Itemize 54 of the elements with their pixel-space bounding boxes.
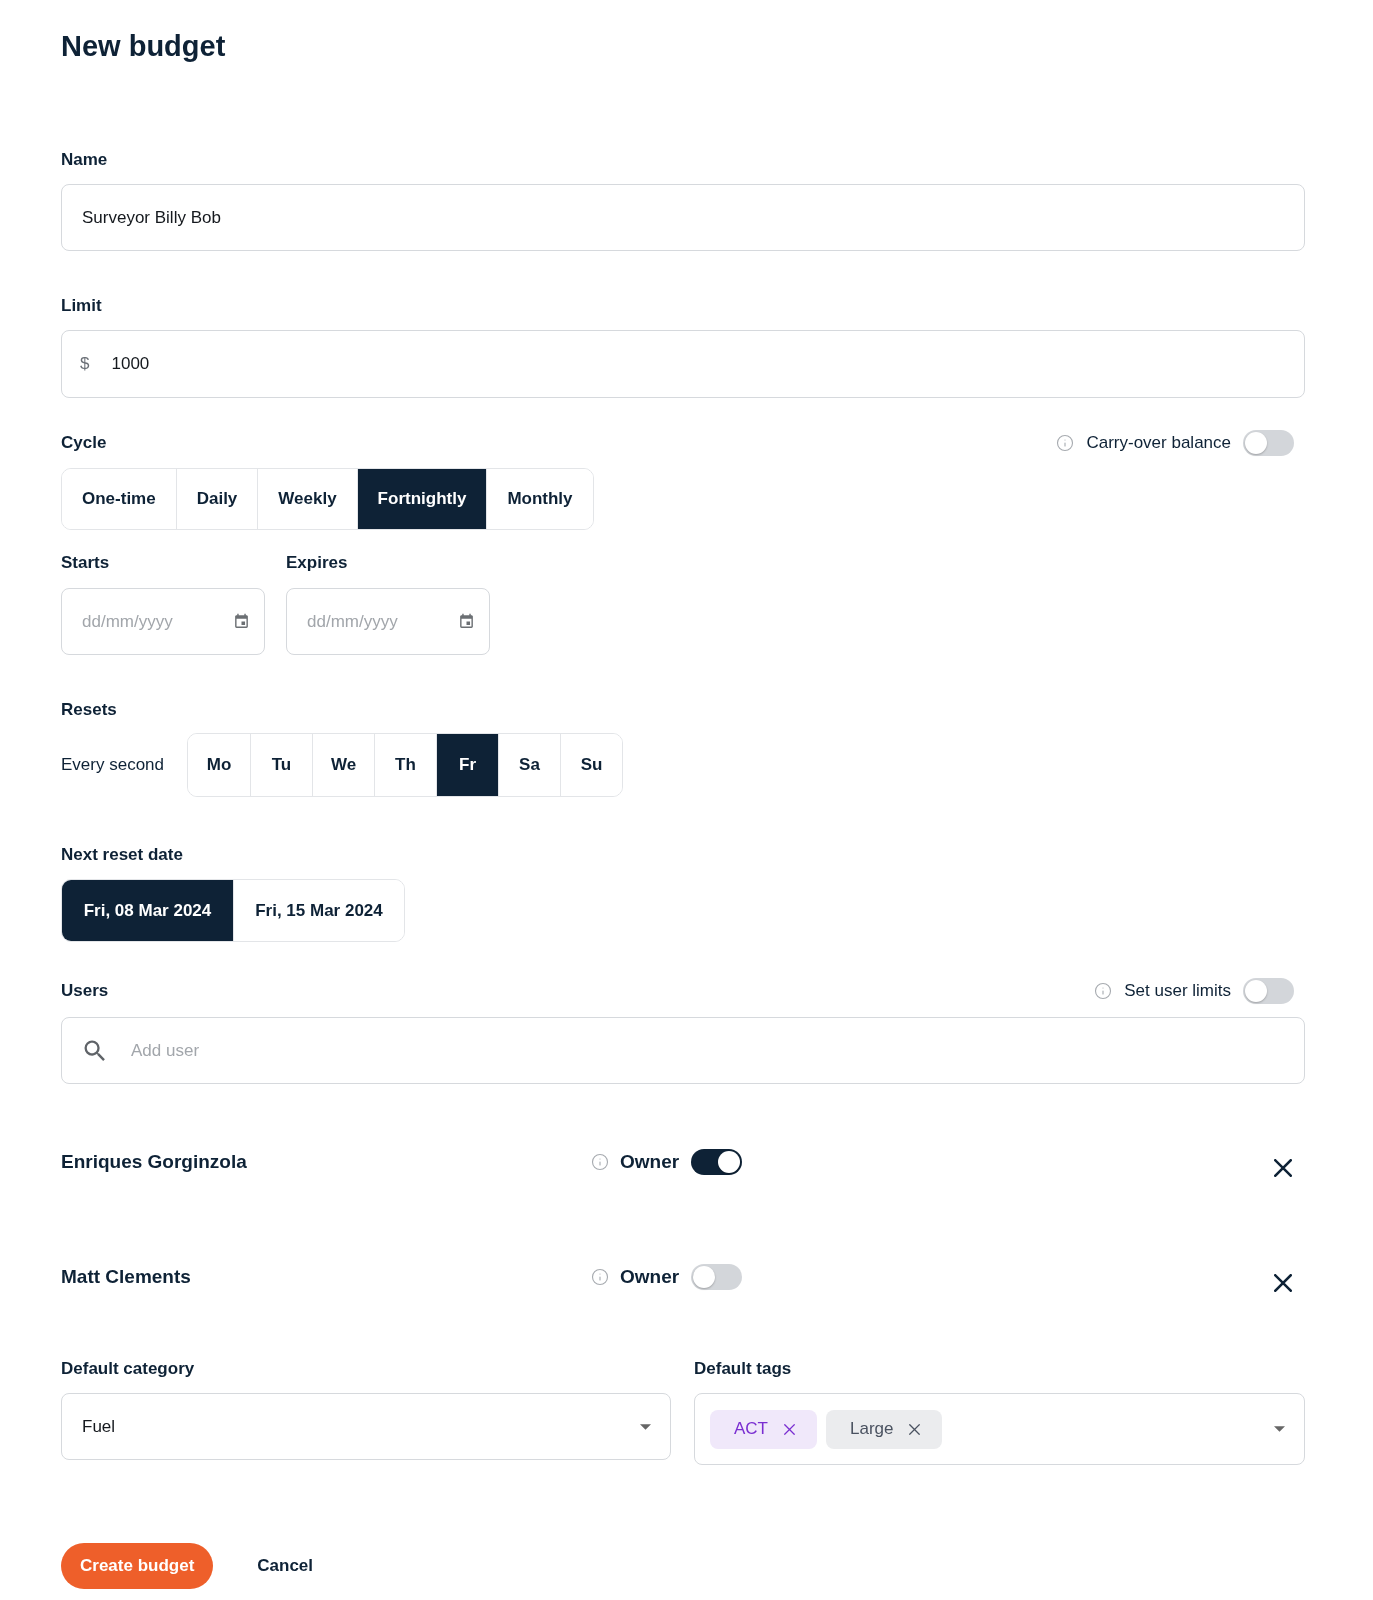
owner-toggle[interactable] — [691, 1264, 743, 1290]
info-icon — [1094, 982, 1113, 1000]
user-limits-toggle[interactable] — [1243, 978, 1294, 1004]
field-label: Resets — [61, 699, 118, 721]
toggle-label: Carry-over balance — [1086, 433, 1231, 453]
close-icon[interactable] — [1274, 1159, 1292, 1177]
field-label: Cycle — [61, 432, 107, 454]
limit-field[interactable]: $ 1000 — [61, 330, 1305, 398]
info-icon — [1056, 434, 1075, 452]
cycle-tab[interactable]: Fortnightly — [356, 469, 487, 529]
field-label: Name — [61, 149, 109, 171]
cycle-tab[interactable]: Monthly — [486, 469, 593, 529]
field-label: Default category — [61, 1358, 196, 1380]
weekday-tab[interactable]: Fr — [436, 734, 498, 796]
weekday-tab[interactable]: Su — [560, 734, 622, 796]
owner-toggle[interactable] — [691, 1149, 743, 1175]
field-label: Users — [61, 980, 109, 1002]
field-label: Limit — [61, 295, 103, 317]
field-label: Starts — [61, 552, 111, 574]
caret-icon — [640, 1423, 651, 1430]
cancel-button[interactable]: Cancel — [257, 1556, 314, 1576]
owner-label: Owner — [620, 1266, 680, 1288]
date-input[interactable]: dd/mm/yyyy — [82, 606, 233, 637]
search-input[interactable]: Add user — [131, 1035, 1290, 1066]
amount-input[interactable]: 1000 — [111, 349, 1290, 379]
field-label: Expires — [286, 552, 349, 574]
date-input[interactable]: dd/mm/yyyy — [307, 606, 458, 637]
caret-icon — [1274, 1426, 1285, 1432]
date-field[interactable]: dd/mm/yyyy — [286, 588, 490, 655]
reset-date-tab[interactable]: Fri, 15 Mar 2024 — [233, 880, 404, 941]
user-name: Enriques Gorginzola — [61, 1151, 248, 1173]
currency-symbol: $ — [80, 354, 90, 374]
tags-select[interactable]: ACT Large — [694, 1393, 1305, 1465]
info-icon — [591, 1153, 609, 1171]
calendar-icon[interactable] — [458, 613, 475, 630]
owner-label: Owner — [620, 1151, 680, 1173]
page-title: New budget — [61, 29, 227, 64]
close-icon[interactable] — [909, 1423, 921, 1435]
field-label: Next reset date — [61, 844, 184, 866]
toggle-label: Set user limits — [1124, 981, 1231, 1001]
repeat-label: Every second — [61, 755, 165, 775]
name-input[interactable]: Surveyor Billy Bob — [61, 184, 1305, 251]
tag-label: Large — [850, 1419, 894, 1439]
category-select[interactable]: Fuel — [61, 1393, 671, 1460]
info-icon — [591, 1268, 609, 1286]
close-icon[interactable] — [1274, 1274, 1292, 1292]
date-field[interactable]: dd/mm/yyyy — [61, 588, 265, 655]
reset-date-tab[interactable]: Fri, 08 Mar 2024 — [62, 880, 233, 941]
user-name: Matt Clements — [61, 1266, 192, 1288]
calendar-icon[interactable] — [233, 613, 250, 630]
tag-label: ACT — [734, 1419, 768, 1439]
carry-over-toggle[interactable] — [1243, 430, 1294, 456]
field-label: Default tags — [694, 1358, 793, 1380]
search-field[interactable]: Add user — [61, 1017, 1305, 1084]
